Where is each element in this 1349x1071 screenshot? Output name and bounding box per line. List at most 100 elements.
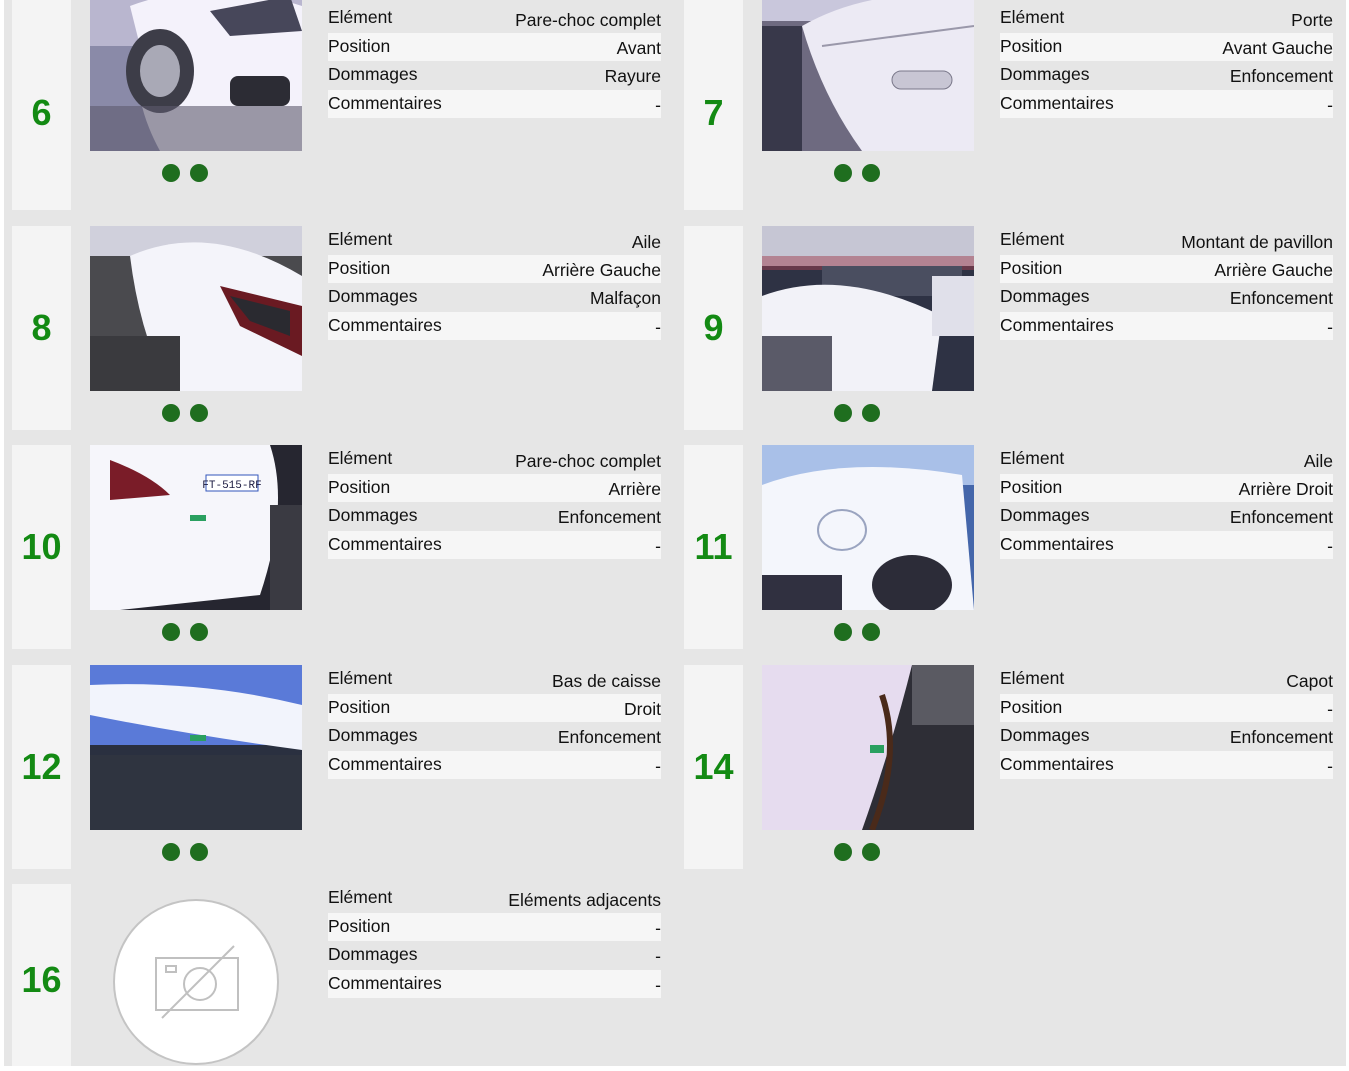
value-position: Arrière Gauche [1214, 259, 1333, 280]
value-comments: - [1327, 755, 1333, 776]
pager-dot[interactable] [190, 164, 208, 182]
detail-row-element: Elément Pare-choc complet [328, 4, 661, 33]
label-comments: Commentaires [1000, 92, 1114, 113]
damage-photo[interactable] [90, 226, 302, 391]
detail-row-damages: Dommages Enfoncement [1000, 722, 1333, 751]
damage-card: 8 Elément Aile Position Arrière Gauche Dom… [12, 226, 662, 430]
detail-row-comments: Commentaires - [328, 530, 661, 560]
damage-photo[interactable] [762, 665, 974, 830]
value-element: Montant de pavillon [1181, 232, 1333, 252]
value-damages: Enfoncement [1229, 727, 1333, 748]
value-damages: Malfaçon [589, 288, 661, 309]
detail-row-element: Elément Eléments adjacents [328, 884, 661, 913]
damage-number-cell: 8 [12, 226, 71, 430]
detail-row-damages: Dommages Enfoncement [328, 502, 661, 531]
damage-number: 12 [21, 746, 62, 787]
pager-dot[interactable] [162, 164, 180, 182]
label-comments: Commentaires [328, 972, 442, 993]
detail-row-damages: Dommages Enfoncement [328, 722, 661, 751]
pager-dot[interactable] [190, 623, 208, 641]
damage-photo[interactable] [762, 445, 974, 610]
damage-details: Elément Aile Position Arrière Droit Dommag… [1000, 445, 1333, 560]
detail-row-element: Elément Aile [328, 226, 661, 255]
label-position: Position [328, 915, 391, 936]
value-comments: - [655, 316, 661, 337]
detail-row-damages: Dommages Rayure [328, 61, 661, 90]
pager-dot[interactable] [162, 843, 180, 861]
label-comments: Commentaires [1000, 533, 1114, 554]
damage-card: 11 Elément Aile Position Arrière Droit Dom… [684, 445, 1334, 649]
photo-pager [834, 843, 880, 861]
detail-row-position: Position - [1000, 693, 1333, 723]
damage-photo[interactable]: FT-515-RF [90, 445, 302, 610]
pager-dot[interactable] [834, 623, 852, 641]
pager-dot[interactable] [862, 164, 880, 182]
photo-pager [834, 623, 880, 641]
detail-row-position: Position Arrière Gauche [328, 254, 661, 284]
value-comments: - [655, 94, 661, 115]
value-element: Aile [1303, 451, 1333, 471]
label-element: Elément [328, 448, 393, 468]
label-damages: Dommages [328, 64, 418, 85]
label-element: Elément [328, 887, 393, 907]
pager-dot[interactable] [834, 404, 852, 422]
label-comments: Commentaires [1000, 314, 1114, 335]
pager-dot[interactable] [190, 843, 208, 861]
value-comments: - [1327, 535, 1333, 556]
detail-row-comments: Commentaires - [1000, 89, 1333, 119]
label-comments: Commentaires [1000, 753, 1114, 774]
value-damages: Enfoncement [1229, 288, 1333, 309]
value-comments: - [655, 755, 661, 776]
damage-number-cell: 9 [684, 226, 743, 430]
pager-dot[interactable] [162, 623, 180, 641]
value-element: Bas de caisse [552, 671, 661, 691]
photo-pager [162, 623, 208, 641]
value-element: Aile [631, 232, 661, 252]
damage-number: 8 [31, 307, 52, 348]
damage-photo[interactable] [762, 226, 974, 391]
damage-number-cell: 12 [12, 665, 71, 869]
damage-number-cell: 7 [684, 0, 743, 210]
damage-photo[interactable] [90, 0, 302, 151]
damage-photo[interactable] [90, 665, 302, 830]
pager-dot[interactable] [834, 843, 852, 861]
label-element: Elément [1000, 7, 1065, 27]
pager-dot[interactable] [862, 404, 880, 422]
pager-dot[interactable] [162, 404, 180, 422]
damage-card: 16 Elément Eléments adjacents Position - D… [12, 884, 662, 1066]
detail-row-position: Position Avant [328, 32, 661, 62]
detail-row-element: Elément Porte [1000, 4, 1333, 33]
value-comments: - [655, 535, 661, 556]
value-damages: Enfoncement [1229, 66, 1333, 87]
detail-row-comments: Commentaires - [328, 311, 661, 341]
photo-pager [834, 404, 880, 422]
svg-text:FT-515-RF: FT-515-RF [202, 480, 261, 492]
detail-row-damages: Dommages - [328, 941, 661, 970]
pager-dot[interactable] [862, 623, 880, 641]
label-position: Position [328, 35, 391, 56]
photo-pager [162, 404, 208, 422]
label-position: Position [1000, 257, 1063, 278]
damage-number-cell: 16 [12, 884, 71, 1066]
label-element: Elément [328, 668, 393, 688]
pager-dot[interactable] [862, 843, 880, 861]
pager-dot[interactable] [190, 404, 208, 422]
label-element: Elément [1000, 668, 1065, 688]
damage-number: 16 [21, 959, 62, 1000]
pager-dot[interactable] [834, 164, 852, 182]
label-comments: Commentaires [328, 314, 442, 335]
value-element: Capot [1286, 671, 1333, 691]
detail-row-element: Elément Montant de pavillon [1000, 226, 1333, 255]
detail-row-comments: Commentaires - [1000, 530, 1333, 560]
value-element: Pare-choc complet [515, 451, 661, 471]
damage-number: 9 [703, 307, 724, 348]
label-comments: Commentaires [328, 92, 442, 113]
value-position: - [655, 917, 661, 938]
damage-photo[interactable] [762, 0, 974, 151]
detail-row-comments: Commentaires - [328, 750, 661, 780]
damage-number: 14 [693, 746, 734, 787]
damage-number: 6 [31, 92, 52, 133]
label-position: Position [1000, 35, 1063, 56]
damage-number: 10 [21, 526, 62, 567]
damage-card: 7 Elément Porte Position Avant Gauche Domm… [684, 0, 1334, 210]
